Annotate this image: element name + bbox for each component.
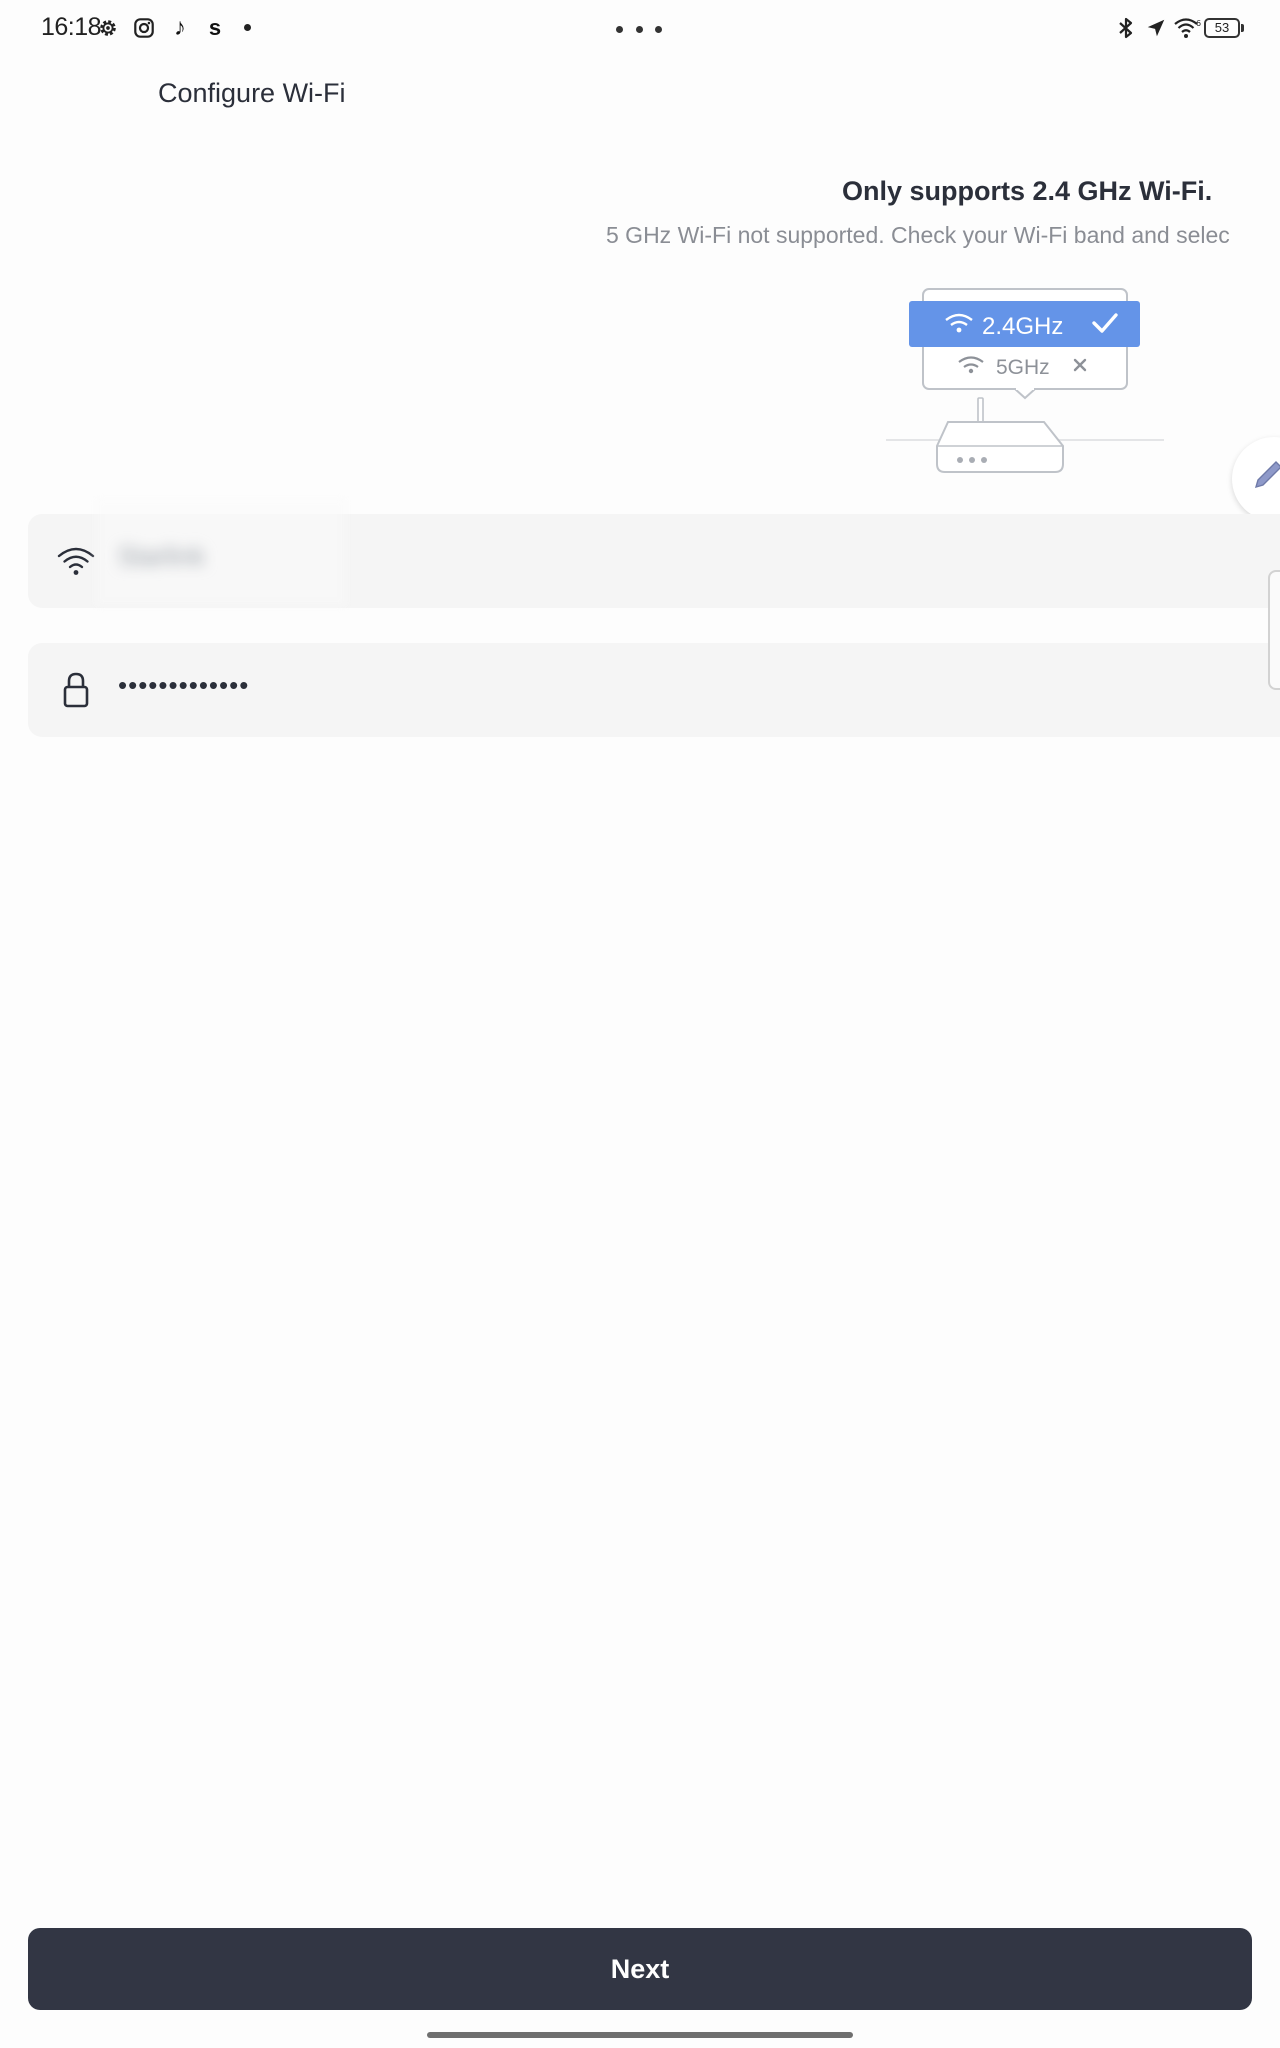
dot-2: [635, 25, 643, 33]
pencil-icon: [1254, 461, 1280, 489]
bluetooth-icon: [1112, 14, 1140, 42]
instagram-icon: [130, 14, 158, 42]
router-body: [936, 421, 1064, 473]
notification-dot: [244, 24, 251, 31]
band-label-2-4ghz: 2.4GHz: [982, 313, 1063, 340]
dot-1: [616, 25, 623, 33]
notice-description: 5 GHz Wi-Fi not supported. Check your Wi…: [606, 222, 1230, 248]
password-value: •••••••••••••: [118, 670, 250, 700]
location-icon: [1142, 14, 1170, 42]
next-button[interactable]: Next: [28, 1928, 1252, 2010]
side-drawer-handle[interactable]: [1268, 570, 1280, 690]
band-card-pointer: [1014, 388, 1036, 400]
router-antenna: [977, 397, 984, 423]
ssid-value: Starlink: [118, 541, 205, 571]
more-options-button[interactable]: [616, 22, 662, 36]
shazam-glyph: s: [208, 15, 222, 40]
battery-icon: 53: [1204, 18, 1240, 38]
page-title: Configure Wi-Fi: [158, 78, 346, 108]
shazam-icon: s: [201, 14, 229, 42]
tiktok-icon: ♪: [166, 14, 194, 42]
settings-icon: [94, 14, 122, 42]
dot-3: [655, 25, 662, 33]
notice-title: Only supports 2.4 GHz Wi-Fi.: [842, 176, 1213, 206]
edit-button[interactable]: [1232, 437, 1280, 521]
battery-tip: [1241, 24, 1244, 32]
svg-text:6: 6: [1196, 19, 1201, 28]
home-indicator[interactable]: [427, 2032, 853, 2038]
lock-icon: [63, 672, 89, 708]
tiktok-glyph: ♪: [174, 14, 186, 41]
wifi-icon: [57, 547, 95, 575]
router-band-illustration: 2.4GHz 5GHz: [886, 288, 1164, 473]
status-time: 16:18: [41, 13, 102, 41]
band-label-5ghz: 5GHz: [996, 356, 1050, 379]
wifi-6-icon: 6: [1172, 14, 1204, 42]
